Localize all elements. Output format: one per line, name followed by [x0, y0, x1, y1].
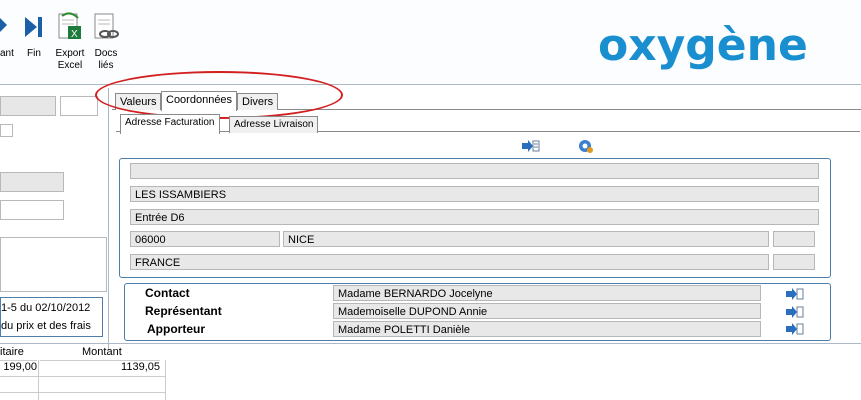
- grid-row-line-2: [0, 392, 165, 393]
- settings-gear-icon[interactable]: [577, 138, 593, 154]
- apporteur-label: Apporteur: [147, 322, 205, 336]
- representant-field[interactable]: Mademoiselle DUPOND Annie: [333, 303, 761, 319]
- svg-text:X: X: [71, 29, 78, 40]
- left-field-small[interactable]: [60, 96, 98, 116]
- country-field[interactable]: FRANCE: [130, 254, 769, 270]
- apporteur-insert-icon[interactable]: [786, 322, 804, 336]
- toolbar-partial-label[interactable]: ant: [0, 48, 14, 60]
- col-unitaire-header: itaire: [0, 346, 24, 358]
- city-lookup-button[interactable]: [773, 231, 815, 247]
- excel-export-icon: X: [58, 12, 81, 40]
- price-line: du prix et des frais: [1, 320, 91, 332]
- docs-label-1[interactable]: Docs: [90, 48, 122, 60]
- representant-label: Représentant: [145, 304, 222, 318]
- city-field[interactable]: NICE: [283, 231, 769, 247]
- left-field-top[interactable]: [0, 96, 56, 116]
- left-field-3[interactable]: [0, 200, 64, 220]
- skip-end-icon: [25, 17, 42, 37]
- subtab-facturation[interactable]: Adresse Facturation: [120, 114, 220, 134]
- left-info-box: 1-5 du 02/10/2012 du prix et des frais: [0, 297, 103, 337]
- postal-code-field[interactable]: 06000: [130, 231, 280, 247]
- row1-montant[interactable]: 1139,05: [40, 360, 160, 373]
- fin-button[interactable]: [22, 14, 46, 40]
- left-panel-divider: [108, 88, 109, 350]
- grid-row-line: [0, 376, 165, 377]
- col-montant-header: Montant: [82, 346, 122, 358]
- arrow-icon[interactable]: [0, 18, 8, 32]
- export-label-1[interactable]: Export: [50, 48, 90, 60]
- apporteur-field[interactable]: Madame POLETTI Danièle: [333, 321, 761, 337]
- address-line-2[interactable]: LES ISSAMBIERS: [130, 186, 819, 202]
- export-label-2[interactable]: Excel: [50, 60, 90, 72]
- export-excel-button[interactable]: X: [56, 12, 84, 42]
- representant-insert-icon[interactable]: [786, 305, 804, 319]
- ref-line: 1-5 du 02/10/2012: [1, 302, 91, 314]
- subtab-baseline: [116, 131, 860, 132]
- docs-label-2[interactable]: liés: [90, 60, 122, 72]
- subtab-livraison[interactable]: Adresse Livraison: [229, 116, 319, 133]
- address-line-1[interactable]: [130, 163, 819, 179]
- tab-coordonnees[interactable]: Coordonnées: [161, 91, 238, 111]
- left-checkbox[interactable]: [0, 124, 13, 137]
- oxygene-logo: oxygène: [598, 20, 808, 71]
- fin-label[interactable]: Fin: [22, 48, 46, 60]
- docs-lies-button[interactable]: [93, 12, 121, 42]
- contact-insert-icon[interactable]: [786, 287, 804, 301]
- row1-unitaire[interactable]: 199,00: [0, 360, 37, 373]
- contact-label: Contact: [145, 286, 190, 300]
- left-field-2[interactable]: [0, 172, 64, 192]
- linked-docs-icon: [94, 13, 119, 39]
- address-line-3[interactable]: Entrée D6: [130, 209, 819, 225]
- country-lookup-button[interactable]: [773, 254, 815, 270]
- contact-field[interactable]: Madame BERNARDO Jocelyne: [333, 285, 761, 301]
- insert-address-icon[interactable]: [522, 139, 540, 153]
- grid-top-divider: [0, 343, 861, 344]
- grid-col-line-1: [38, 360, 39, 400]
- grid-col-line-2: [165, 360, 166, 400]
- left-memo[interactable]: [0, 237, 107, 292]
